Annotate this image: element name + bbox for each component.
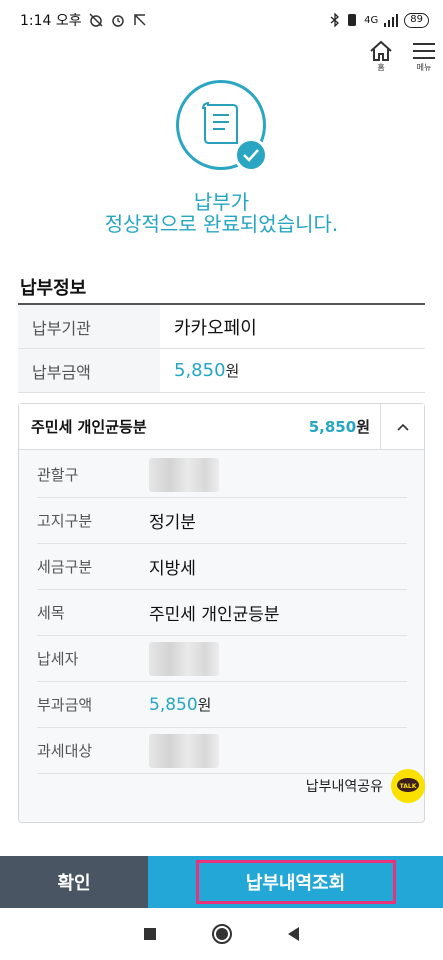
amount-value: 5,850 (174, 360, 226, 381)
network-type: 4G (364, 14, 379, 26)
detail-row: 고지구분 정기분 (37, 498, 407, 544)
menu-icon (413, 43, 435, 59)
redacted-value (149, 457, 219, 492)
battery-icon: 89 (404, 12, 429, 28)
card-amount-unit: 원 (356, 418, 370, 436)
detail-row: 과세대상 (37, 728, 407, 774)
payment-history-button[interactable]: 납부내역조회 (148, 856, 443, 908)
info-row-amount: 납부금액 5,850원 (18, 349, 425, 393)
status-time: 1:14 오후 (20, 13, 82, 29)
card-amount: 5,850원 (309, 416, 380, 437)
status-bar: 1:14 오후 4G 89 (0, 0, 443, 40)
info-label: 납부금액 (18, 349, 160, 392)
section-title: 납부정보 (20, 278, 87, 299)
detail-row: 부과금액 5,850원 (37, 682, 407, 728)
redacted-value (149, 641, 219, 676)
info-row-institution: 납부기관 카카오페이 (18, 305, 425, 349)
confirm-button[interactable]: 확인 (0, 856, 148, 908)
detail-amount-value: 5,850 (149, 695, 198, 715)
tax-detail-card: 주민세 개인균등분 5,850원 관할구 고지구분 정기분 세금구분 지방세 세… (18, 403, 425, 823)
signal-icon (384, 14, 399, 27)
detail-value: 정기분 (149, 513, 196, 533)
detail-value: 지방세 (149, 559, 196, 579)
card-header[interactable]: 주민세 개인균등분 5,850원 (19, 403, 424, 450)
check-icon (234, 138, 268, 172)
bluetooth-icon (330, 13, 340, 27)
detail-label: 고지구분 (37, 512, 93, 530)
kakaotalk-icon: TALK (391, 769, 425, 803)
detail-label: 세금구분 (37, 558, 93, 576)
detail-value: 주민세 개인균등분 (149, 605, 280, 625)
detail-amount-unit: 원 (197, 696, 212, 714)
detail-label: 관할구 (37, 466, 79, 484)
android-nav-bar (0, 908, 443, 960)
alarm-off-icon (89, 13, 103, 27)
detail-label: 납세자 (37, 650, 79, 668)
back-icon[interactable] (286, 926, 300, 942)
detail-label: 과세대상 (37, 742, 93, 760)
share-label: 납부내역공유 (305, 779, 383, 795)
info-label: 납부기관 (18, 305, 160, 348)
share-history-button[interactable]: 납부내역공유 TALK (306, 769, 425, 803)
menu-label: 메뉴 (416, 63, 432, 72)
info-amount: 5,850원 (160, 360, 239, 381)
collapse-button[interactable] (380, 403, 424, 450)
home-nav-icon[interactable] (211, 923, 233, 945)
recent-apps-icon[interactable] (143, 927, 157, 941)
detail-label: 세목 (37, 604, 65, 622)
home-button[interactable]: 홈 (366, 40, 396, 73)
detail-label: 부과금액 (37, 696, 93, 714)
detail-row: 세목 주민세 개인균등분 (37, 590, 407, 636)
vibrate-icon (348, 14, 357, 26)
data-saver-icon (133, 14, 146, 26)
detail-row: 납세자 (37, 636, 407, 682)
talk-badge-text: TALK (400, 783, 417, 790)
home-icon (370, 40, 392, 61)
detail-amount: 5,850원 (149, 694, 211, 715)
detail-row: 세금구분 지방세 (37, 544, 407, 590)
home-label: 홈 (377, 63, 385, 72)
card-title: 주민세 개인균등분 (31, 418, 147, 436)
menu-button[interactable]: 메뉴 (409, 40, 439, 73)
card-amount-value: 5,850 (308, 418, 357, 436)
payment-history-label: 납부내역조회 (195, 860, 396, 904)
redacted-value (149, 733, 219, 768)
detail-row: 관할구 (37, 452, 407, 498)
alarm-icon (111, 15, 124, 27)
amount-unit: 원 (225, 362, 240, 380)
completion-message-line2: 정상적으로 완료되었습니다. (104, 212, 339, 236)
info-value: 카카오페이 (174, 317, 257, 339)
chevron-up-icon (396, 423, 409, 431)
